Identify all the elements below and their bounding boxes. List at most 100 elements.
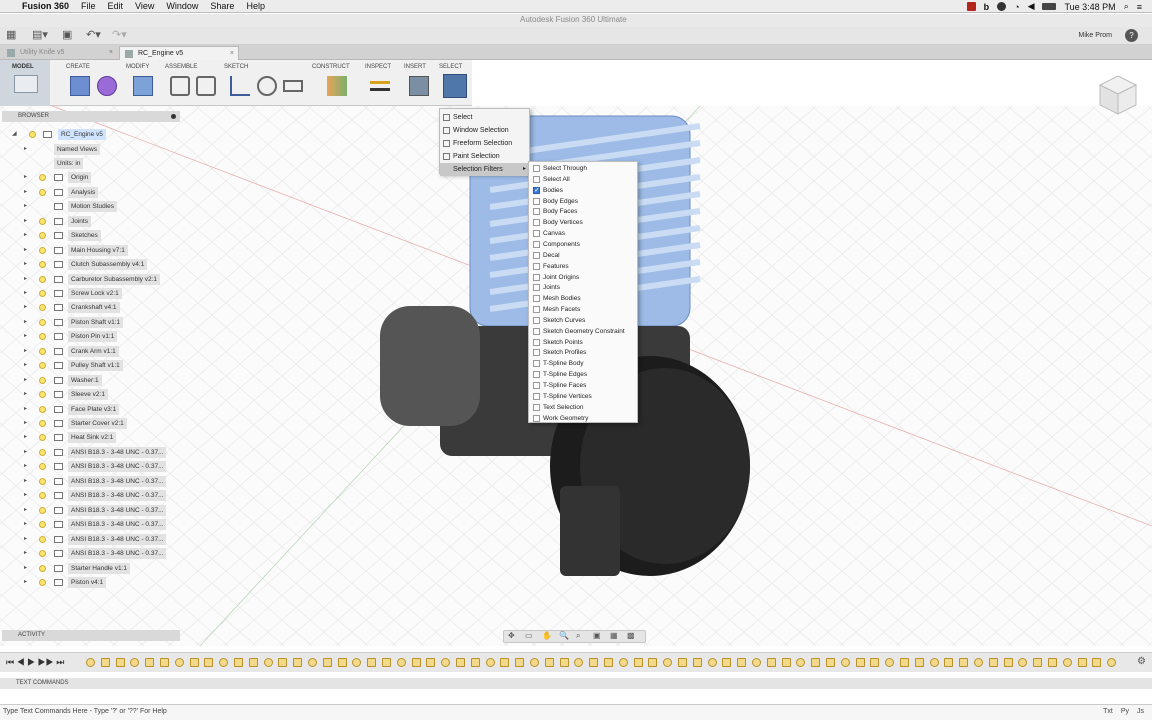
visibility-bulb-icon[interactable]	[39, 477, 46, 485]
filter-item[interactable]: Joints	[529, 282, 637, 293]
timeline-feature-icon[interactable]	[308, 658, 317, 667]
select-menu-item[interactable]: Select	[440, 111, 529, 124]
browser-item[interactable]: ▸ ANSI B18.3 - 3-48 UNC - 0.37...	[24, 533, 184, 545]
close-tab-icon[interactable]: ×	[109, 46, 113, 60]
filter-item[interactable]: Sketch Curves	[529, 315, 637, 326]
visibility-bulb-icon[interactable]	[39, 362, 46, 370]
visibility-bulb-icon[interactable]	[39, 232, 46, 240]
timeline-feature-icon[interactable]	[1062, 658, 1072, 667]
browser-item[interactable]: Units: in	[24, 157, 184, 169]
timeline-feature-icon[interactable]	[1033, 658, 1043, 667]
browser-item[interactable]: ▸ Crank Arm v1:1	[24, 345, 184, 357]
filter-checkbox[interactable]	[533, 338, 540, 346]
timeline-feature-icon[interactable]	[826, 658, 835, 667]
nav-tool-icon[interactable]: 🔍	[559, 631, 569, 640]
timeline-feature-icon[interactable]	[633, 658, 643, 667]
line-icon[interactable]	[230, 76, 250, 96]
timeline-feature-icon[interactable]	[396, 658, 406, 667]
timeline-feature-icon[interactable]	[1077, 658, 1087, 667]
timeline-feature-icon[interactable]	[722, 658, 732, 667]
browser-item[interactable]: ▸ Carburetor Subassembly v2:1	[24, 273, 184, 285]
expand-icon[interactable]: ▸	[24, 144, 27, 155]
timeline-feature-icon[interactable]	[174, 658, 184, 667]
timeline-feature-icon[interactable]	[234, 658, 243, 667]
navigation-bar[interactable]: ✥ ▭ ✋ 🔍 ⌕ ▣ ▦ ▩	[503, 630, 646, 643]
timeline-feature-icon[interactable]	[456, 658, 465, 667]
browser-item[interactable]: ▸ Crankshaft v4:1	[24, 302, 184, 314]
offset-plane-icon[interactable]	[327, 76, 347, 96]
expand-icon[interactable]: ▸	[24, 476, 27, 487]
browser-item[interactable]: ▸ Origin	[24, 172, 184, 184]
timeline-feature-icon[interactable]	[337, 658, 347, 667]
expand-icon[interactable]: ▸	[24, 375, 27, 386]
filter-item[interactable]: T-Spline Vertices	[529, 391, 637, 402]
pin-icon[interactable]	[171, 114, 176, 119]
option-js[interactable]: Js	[1137, 705, 1144, 719]
filter-checkbox[interactable]	[533, 208, 540, 216]
timeline-feature-icon[interactable]	[929, 658, 939, 667]
timeline-feature-icon[interactable]	[219, 658, 229, 667]
undo-icon[interactable]: ↶▾	[86, 28, 101, 41]
timeline-feature-icon[interactable]	[618, 658, 628, 667]
visibility-bulb-icon[interactable]	[39, 578, 46, 586]
filter-item[interactable]: Bodies	[529, 185, 637, 196]
timeline-feature-icon[interactable]	[974, 658, 983, 667]
menu-window[interactable]: Window	[166, 1, 198, 11]
user-menu[interactable]: Mike Prom	[1079, 32, 1112, 39]
menu-view[interactable]: View	[135, 1, 154, 11]
visibility-bulb-icon[interactable]	[39, 174, 46, 182]
timeline-feature-icon[interactable]	[263, 658, 273, 667]
timeline-feature-icon[interactable]	[1003, 658, 1013, 667]
circle-icon[interactable]	[257, 76, 277, 96]
nav-tool-icon[interactable]: ▩	[627, 631, 635, 640]
filter-checkbox[interactable]	[533, 414, 540, 422]
timeline-feature-icon[interactable]	[86, 658, 95, 667]
file-menu-icon[interactable]: ▤▾	[32, 28, 48, 41]
expand-icon[interactable]: ▸	[24, 346, 27, 357]
expand-icon[interactable]: ▸	[24, 230, 27, 241]
filter-checkbox[interactable]	[533, 251, 540, 259]
timeline-feature-icon[interactable]	[145, 658, 155, 667]
visibility-bulb-icon[interactable]	[39, 448, 46, 456]
filter-checkbox[interactable]	[533, 382, 540, 389]
expand-icon[interactable]: ▸	[24, 317, 27, 328]
expand-icon[interactable]: ▸	[24, 302, 27, 313]
expand-icon[interactable]: ▸	[24, 187, 27, 198]
filter-item[interactable]: Select All	[529, 174, 637, 185]
filter-item[interactable]: Sketch Points	[529, 337, 637, 348]
timeline-feature-icon[interactable]	[189, 658, 199, 667]
timeline-feature-icon[interactable]	[811, 658, 821, 667]
browser-item[interactable]: ▸ ANSI B18.3 - 3-48 UNC - 0.37...	[24, 446, 184, 458]
filter-checkbox[interactable]	[533, 349, 540, 357]
filter-checkbox[interactable]	[533, 185, 540, 196]
collapse-icon[interactable]: ◢	[12, 129, 17, 140]
expand-icon[interactable]: ▸	[24, 331, 27, 342]
group-insert[interactable]: INSERT	[404, 64, 426, 70]
rectangle-icon[interactable]	[283, 80, 303, 92]
visibility-bulb-icon[interactable]	[39, 405, 46, 413]
timeline-feature-icon[interactable]	[737, 658, 747, 667]
browser-item[interactable]: ▸ ANSI B18.3 - 3-48 UNC - 0.37...	[24, 490, 184, 502]
filter-item[interactable]: Sketch Profiles	[529, 347, 637, 358]
nav-tool-icon[interactable]: ▭	[525, 631, 533, 640]
filter-checkbox[interactable]	[533, 230, 540, 238]
insert-image-icon[interactable]	[409, 76, 429, 96]
spotlight-icon[interactable]: ⌕	[1124, 1, 1129, 12]
nav-tool-icon[interactable]: ✋	[542, 631, 552, 640]
browser-root[interactable]: ◢ RC_Engine v5	[12, 129, 182, 140]
timeline-feature-icon[interactable]	[840, 658, 850, 667]
timeline-controls[interactable]: ⏮ ◀ ▶ ▶▶ ⏭	[6, 657, 64, 668]
expand-icon[interactable]: ▸	[24, 447, 27, 458]
expand-icon[interactable]: ▸	[24, 404, 27, 415]
nav-tool-icon[interactable]: ▦	[610, 631, 618, 640]
group-inspect[interactable]: INSPECT	[365, 64, 391, 70]
timeline-feature-icon[interactable]	[426, 658, 436, 667]
expand-icon[interactable]: ▸	[24, 288, 27, 299]
timeline-features[interactable]	[86, 657, 1126, 669]
visibility-bulb-icon[interactable]	[39, 492, 46, 500]
timeline-feature-icon[interactable]	[988, 658, 998, 667]
filter-item[interactable]: Joint Origins	[529, 272, 637, 283]
text-commands-header[interactable]: TEXT COMMANDS	[0, 678, 1152, 689]
filter-item[interactable]: T-Spline Edges	[529, 369, 637, 380]
filter-item[interactable]: Sketch Geometry Constraint	[529, 326, 637, 337]
